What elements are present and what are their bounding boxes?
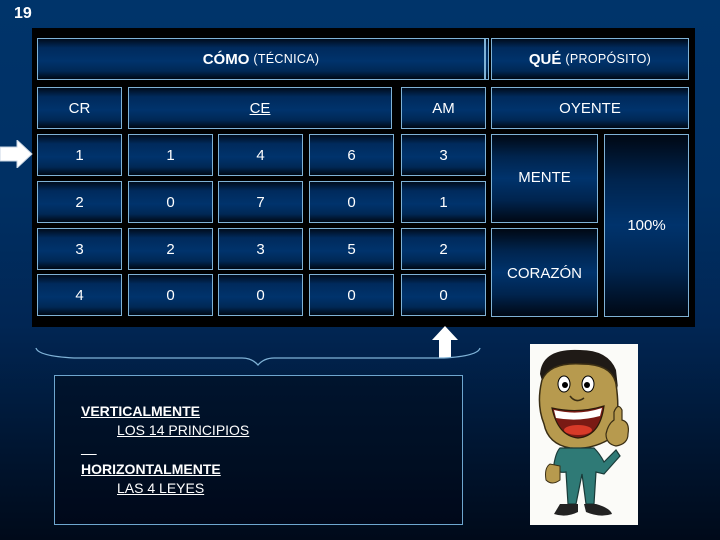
header-divider — [485, 38, 489, 80]
table-cell: 2 — [128, 228, 213, 270]
col-header-ce: CE — [128, 87, 392, 129]
technique-table: CÓMO (TÉCNICA) QUÉ (PROPÓSITO) CR CE AM … — [32, 28, 695, 327]
table-cell: 0 — [401, 274, 486, 316]
cartoon-man-icon — [538, 349, 629, 516]
heart-cell: CORAZÓN — [491, 228, 598, 317]
arrow-right-icon — [0, 140, 33, 168]
table-cell: 1 — [401, 181, 486, 223]
table-cell: 4 — [37, 274, 122, 316]
horizontal-label: HORIZONTALMENTE — [81, 461, 221, 477]
table-cell: 1 — [128, 134, 213, 176]
table-cell: 7 — [218, 181, 303, 223]
table-cell: 5 — [309, 228, 394, 270]
mind-label: MENTE — [518, 169, 571, 186]
vertical-label: VERTICALMENTE — [81, 403, 200, 419]
mind-cell: MENTE — [491, 134, 598, 223]
table-cell: 4 — [218, 134, 303, 176]
table-cell: 1 — [37, 134, 122, 176]
table-cell: 0 — [218, 274, 303, 316]
header-how-sub: (TÉCNICA) — [253, 52, 320, 66]
notes-box: VERTICALMENTE LOS 14 PRINCIPIOS __ HORIZ… — [54, 375, 463, 525]
heart-label: CORAZÓN — [507, 265, 582, 282]
header-what: QUÉ (PROPÓSITO) — [491, 38, 689, 80]
col-header-cr: CR — [37, 87, 122, 129]
table-cell: 6 — [309, 134, 394, 176]
table-cell: 0 — [309, 181, 394, 223]
header-how: CÓMO (TÉCNICA) — [37, 38, 485, 80]
col-header-listener: OYENTE — [491, 87, 689, 129]
col-header-am: AM — [401, 87, 486, 129]
vertical-item: LOS 14 PRINCIPIOS — [117, 422, 250, 438]
curly-brace-icon — [35, 347, 481, 366]
separator: __ — [81, 440, 97, 456]
table-cell: 3 — [37, 228, 122, 270]
table-cell: 3 — [401, 134, 486, 176]
thumbs-up-character — [530, 344, 638, 525]
horizontal-item: LAS 4 LEYES — [117, 480, 205, 496]
table-cell: 0 — [128, 274, 213, 316]
table-cell: 0 — [309, 274, 394, 316]
table-cell: 3 — [218, 228, 303, 270]
table-cell: 0 — [128, 181, 213, 223]
header-what-sub: (PROPÓSITO) — [565, 52, 652, 66]
table-cell: 2 — [37, 181, 122, 223]
slide-number: 19 — [14, 5, 32, 22]
header-how-label: CÓMO — [202, 50, 250, 68]
header-what-label: QUÉ — [528, 50, 562, 68]
total-cell: 100% — [604, 134, 689, 317]
table-cell: 2 — [401, 228, 486, 270]
